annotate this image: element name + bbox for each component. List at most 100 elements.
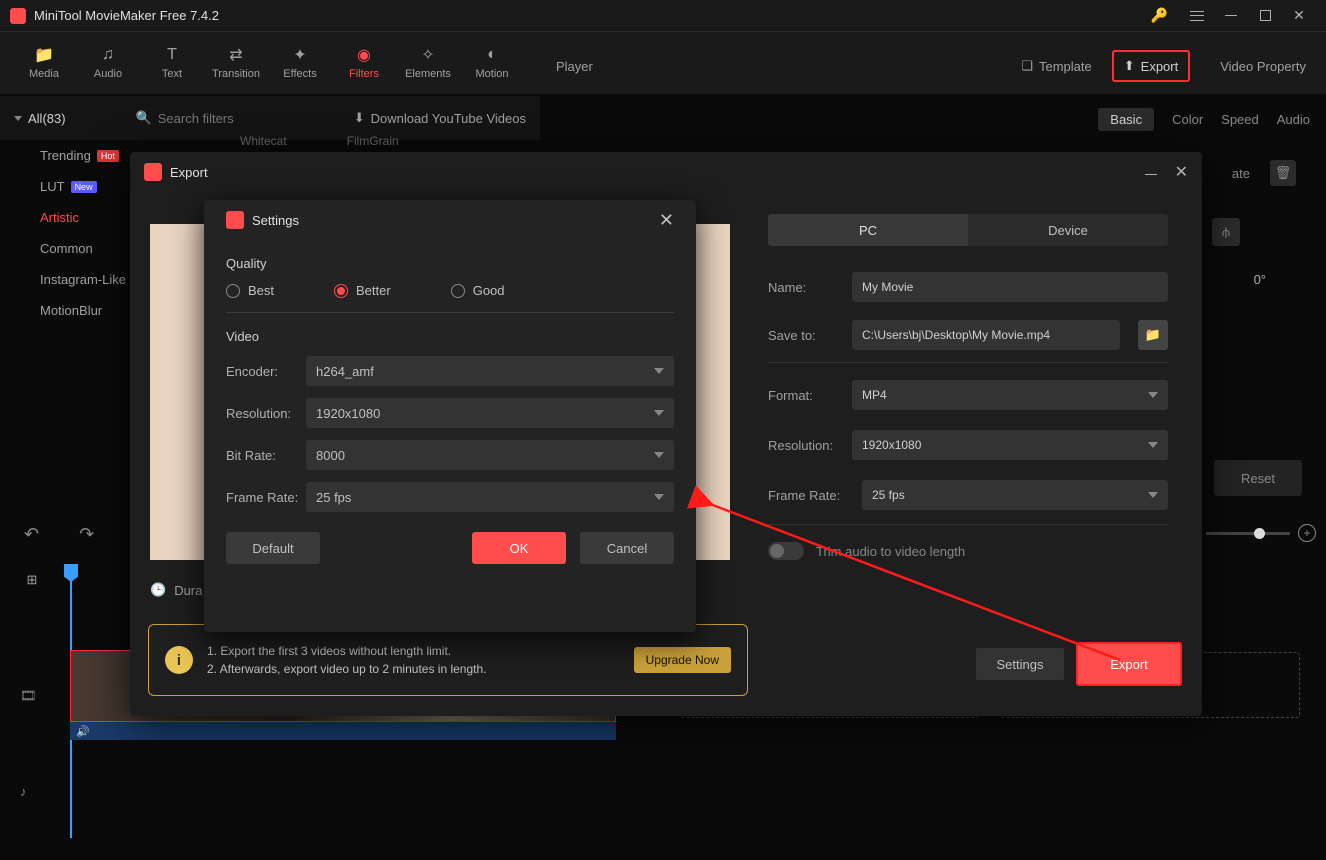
export-button-top[interactable]: ⬆ Export — [1112, 50, 1190, 82]
info-icon: i — [165, 646, 193, 674]
tab-audio[interactable]: ♫Audio — [78, 40, 138, 86]
maximize-button[interactable] — [1248, 0, 1282, 32]
resolution-label: Resolution: — [768, 438, 840, 453]
add-track-button[interactable]: ⊞ — [18, 566, 46, 594]
resolution-label: Resolution: — [226, 406, 306, 421]
app-icon — [226, 211, 244, 229]
minimize-button[interactable] — [1214, 0, 1248, 32]
settings-button[interactable]: Settings — [976, 648, 1064, 680]
video-heading: Video — [226, 329, 674, 344]
audio-clip[interactable]: 🔊 — [70, 722, 616, 740]
tab-device[interactable]: Device — [968, 214, 1168, 246]
tab-color[interactable]: Color — [1172, 112, 1203, 127]
upload-icon: ⬆ — [1124, 58, 1135, 74]
quality-heading: Quality — [226, 256, 674, 271]
tab-pc[interactable]: PC — [768, 214, 968, 246]
chevron-down-icon — [654, 452, 664, 458]
download-icon: ⬇ — [354, 110, 365, 126]
quality-good[interactable]: Good — [451, 283, 505, 298]
close-button[interactable]: ✕ — [1282, 0, 1316, 32]
trim-audio-toggle[interactable] — [768, 542, 804, 560]
filter-thumb-label: Whitecat — [240, 134, 287, 148]
chevron-down-icon — [654, 410, 664, 416]
search-filters[interactable]: 🔍 Search filters — [136, 110, 234, 126]
bitrate-label: Bit Rate: — [226, 448, 306, 463]
rotate-label: ate — [1232, 166, 1250, 181]
zoom-in-button[interactable]: + — [1298, 524, 1316, 542]
redo-button[interactable]: ↷ — [79, 524, 94, 545]
chevron-down-icon[interactable] — [14, 116, 22, 121]
default-button[interactable]: Default — [226, 532, 320, 564]
framerate-select[interactable]: 25 fps — [862, 480, 1168, 510]
audio-track-icon: ♪ — [20, 784, 27, 799]
app-icon — [144, 163, 162, 181]
trim-audio-label: Trim audio to video length — [816, 544, 965, 559]
tab-audio-prop[interactable]: Audio — [1277, 112, 1310, 127]
name-input[interactable]: My Movie — [852, 272, 1168, 302]
slider-track[interactable] — [1206, 532, 1290, 535]
delete-button[interactable]: 🗑 — [1270, 160, 1296, 186]
property-tabs: Basic Color Speed Audio — [1098, 108, 1310, 131]
tab-elements[interactable]: ✧Elements — [398, 40, 458, 86]
template-button[interactable]: ❏ Template — [1021, 58, 1091, 74]
app-icon — [10, 8, 26, 24]
align-center-button[interactable]: ⫛ — [1212, 218, 1240, 246]
tab-speed[interactable]: Speed — [1221, 112, 1259, 127]
duration-label: 🕒 Dura — [150, 582, 202, 598]
tab-effects[interactable]: ✦Effects — [270, 40, 330, 86]
chevron-down-icon — [1148, 392, 1158, 398]
settings-dialog: Settings ✕ Quality Best Better Good Vide… — [204, 200, 696, 632]
framerate-select[interactable]: 25 fps — [306, 482, 674, 512]
close-button[interactable]: ✕ — [659, 210, 674, 231]
quality-better[interactable]: Better — [334, 283, 391, 298]
saveto-input[interactable]: C:\Users\bj\Desktop\My Movie.mp4 — [852, 320, 1120, 350]
layers-icon: ❏ — [1021, 58, 1033, 74]
minimize-button[interactable] — [1145, 162, 1157, 182]
slider-thumb[interactable] — [1254, 528, 1265, 539]
upgrade-banner: i 1. Export the first 3 videos without l… — [148, 624, 748, 696]
format-label: Format: — [768, 388, 840, 403]
download-youtube-link[interactable]: ⬇ Download YouTube Videos — [354, 110, 526, 126]
upgrade-line2: 2. Afterwards, export video up to 2 minu… — [207, 660, 487, 678]
tab-motion[interactable]: ◐Motion — [462, 40, 522, 86]
resolution-select[interactable]: 1920x1080 — [852, 430, 1168, 460]
tab-text[interactable]: TText — [142, 40, 202, 86]
close-button[interactable]: ✕ — [1175, 162, 1188, 182]
export-confirm-button[interactable]: Export — [1076, 642, 1182, 686]
chevron-down-icon — [1148, 442, 1158, 448]
upgrade-line1: 1. Export the first 3 videos without len… — [207, 642, 487, 660]
player-label: Player — [556, 59, 593, 74]
cancel-button[interactable]: Cancel — [580, 532, 674, 564]
browse-folder-button[interactable]: 📁 — [1138, 320, 1168, 350]
rotation-value: 0° — [1254, 272, 1266, 287]
clock-icon: 🕒 — [150, 582, 166, 598]
bitrate-select[interactable]: 8000 — [306, 440, 674, 470]
key-icon[interactable]: 🔑 — [1151, 7, 1168, 24]
resolution-select[interactable]: 1920x1080 — [306, 398, 674, 428]
tab-media[interactable]: 📁Media — [14, 40, 74, 86]
zoom-slider[interactable]: + — [1206, 524, 1316, 542]
quality-best[interactable]: Best — [226, 283, 274, 298]
filter-categories: Whitecat FilmGrain TrendingHot LUTNew Ar… — [0, 140, 150, 326]
format-select[interactable]: MP4 — [852, 380, 1168, 410]
ok-button[interactable]: OK — [472, 532, 566, 564]
tab-basic[interactable]: Basic — [1098, 108, 1154, 131]
video-track-icon: 🎞 — [20, 688, 37, 704]
align-icon: ⫛ — [1222, 224, 1230, 240]
all-count[interactable]: All(83) — [28, 111, 66, 126]
upgrade-now-button[interactable]: Upgrade Now — [634, 647, 731, 673]
undo-button[interactable]: ↶ — [24, 524, 39, 545]
tab-transition[interactable]: ⇄Transition — [206, 40, 266, 86]
saveto-label: Save to: — [768, 328, 840, 343]
tab-filters[interactable]: ◉Filters — [334, 40, 394, 86]
encoder-select[interactable]: h264_amf — [306, 356, 674, 386]
video-property-label: Video Property — [1220, 59, 1306, 74]
chevron-down-icon — [654, 494, 664, 500]
titlebar: MiniTool MovieMaker Free 7.4.2 🔑 ✕ — [0, 0, 1326, 32]
export-dialog-title: Export — [170, 165, 208, 180]
menu-button[interactable] — [1180, 0, 1214, 32]
reset-button[interactable]: Reset — [1214, 460, 1302, 496]
app-title: MiniTool MovieMaker Free 7.4.2 — [34, 8, 219, 23]
speaker-icon: 🔊 — [76, 725, 90, 738]
framerate-label: Frame Rate: — [226, 490, 306, 505]
